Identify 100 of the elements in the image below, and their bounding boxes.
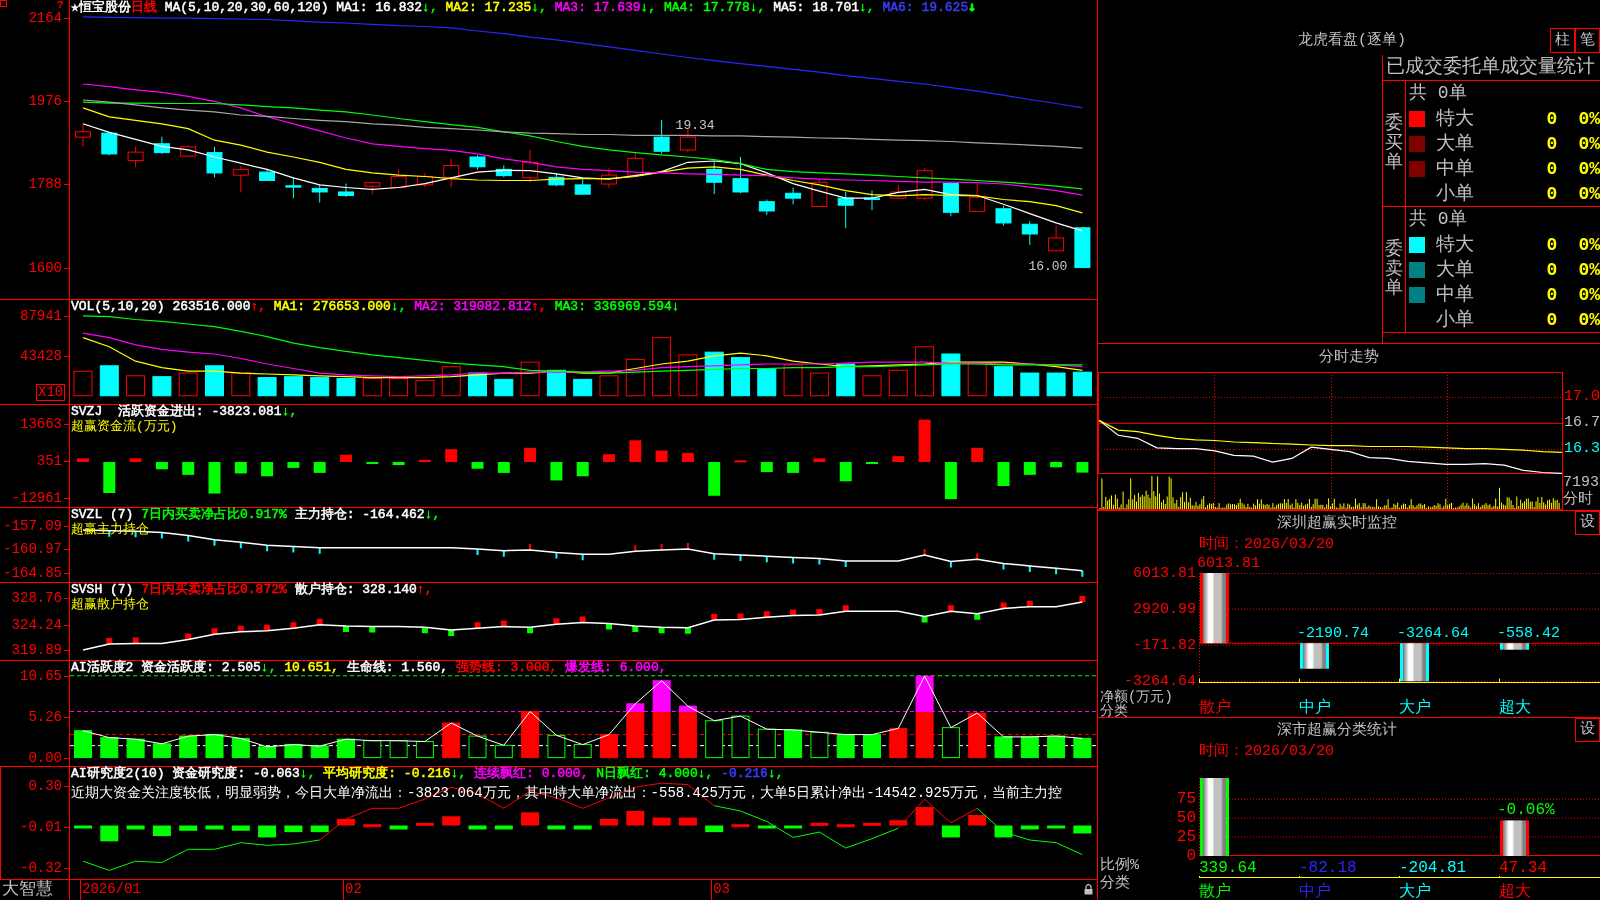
marker-icon xyxy=(0,0,7,7)
activity-bar xyxy=(205,734,224,759)
axis-tick-label: 319.89 xyxy=(11,642,62,659)
candle xyxy=(1021,220,1038,246)
axis-tick-label: 2920.99 xyxy=(1133,602,1196,618)
settings-button[interactable]: 设 xyxy=(1575,511,1600,535)
candle xyxy=(416,172,433,189)
volume-bar xyxy=(888,369,908,397)
order-size-label: 特大 xyxy=(1436,107,1474,130)
flow-bar xyxy=(787,462,800,473)
order-percent: 0% xyxy=(1577,283,1600,306)
research-bar xyxy=(258,825,277,838)
candle xyxy=(890,184,907,200)
panel-title: 龙虎看盘(逐单) xyxy=(1298,32,1406,50)
indicator-legend: ★恒宝股份日线 MA(5,10,20,30,60,120) MA1: 16.832↓, MA2: 17.235↓, MA3: 17.639↓, MA4: 17.778↓, MA5: 18.701↓, MA6: 19.625↓ xyxy=(71,0,977,15)
amount-label: 47.34 xyxy=(1499,859,1547,877)
activity-bar xyxy=(258,746,277,759)
flow-bar xyxy=(524,447,537,463)
volume-bar xyxy=(178,372,198,397)
order-percent: 0% xyxy=(1577,182,1600,205)
order-size-label: 大单 xyxy=(1436,132,1474,155)
order-percent: 0% xyxy=(1577,308,1600,331)
volume-bar xyxy=(336,378,356,397)
flow-bar xyxy=(129,458,142,463)
volume-bar xyxy=(283,376,303,397)
volume-bar xyxy=(783,364,803,397)
candle xyxy=(206,146,223,178)
indicator-legend: AI活跃度2 资金活跃度: 2.505↓, 10.651, 生命线: 1.560, 强势线: 3.000, 爆发线: 6.000, xyxy=(71,661,667,675)
activity-bar xyxy=(889,727,908,759)
candle xyxy=(101,131,118,156)
flow-bar xyxy=(813,458,826,463)
amount-label: 339.64 xyxy=(1199,859,1257,877)
chart-mode-button[interactable]: 柱 xyxy=(1550,28,1575,53)
amount-label: -204.81 xyxy=(1399,859,1467,877)
order-size-label: 大单 xyxy=(1436,258,1474,281)
panel-title: 深圳超赢实时监控 xyxy=(1276,514,1397,533)
bar-value-label: -2190.74 xyxy=(1297,626,1369,643)
order-count: 0 xyxy=(1545,182,1559,205)
candle xyxy=(180,144,197,157)
research-bar xyxy=(941,825,960,838)
flow-bar xyxy=(497,462,510,473)
research-bar xyxy=(731,824,750,828)
research-bar xyxy=(863,822,881,826)
axis-tick-label: 75 xyxy=(1176,791,1196,808)
axis-tick-label: 87941 xyxy=(20,307,62,324)
volume-bar xyxy=(257,377,277,397)
indicator-subtitle: 超赢散户持仓 xyxy=(71,597,149,612)
flow-bar xyxy=(734,460,747,463)
flow-bar xyxy=(234,462,247,474)
candle xyxy=(285,177,302,199)
order-size-label: 特大 xyxy=(1436,233,1474,256)
activity-bar xyxy=(757,728,776,759)
category-label: 大户 xyxy=(1399,699,1431,717)
order-total: 共 0单 xyxy=(1409,208,1467,231)
flow-bar xyxy=(918,419,931,463)
volume-bar xyxy=(757,368,777,397)
bar-value-label: 6013.81 xyxy=(1197,556,1260,572)
activity-bar xyxy=(1047,735,1066,759)
research-bar xyxy=(573,825,592,830)
volume-bar xyxy=(126,375,146,397)
research-bar xyxy=(757,825,776,829)
help-icon[interactable]: ? xyxy=(57,0,64,10)
category-label: 大户 xyxy=(1399,883,1431,900)
activity-bar xyxy=(573,744,592,759)
flow-bar xyxy=(1023,462,1036,475)
volume-bar xyxy=(704,351,724,397)
research-bar xyxy=(389,825,408,830)
volume-bar xyxy=(389,378,409,397)
axis-tick-label: -157.09 xyxy=(3,517,62,534)
flow-bar xyxy=(313,462,326,473)
axis-tick-label: -160.97 xyxy=(3,541,62,558)
axis-tick-label: 17.0 xyxy=(1564,389,1600,406)
flow-bar xyxy=(1050,462,1063,468)
research-bar xyxy=(231,825,250,831)
settings-button[interactable]: 设 xyxy=(1575,718,1600,742)
chart-mode-button[interactable]: 笔 xyxy=(1575,28,1600,53)
research-bar xyxy=(705,825,724,833)
category-label: 超大 xyxy=(1499,883,1531,900)
order-percent: 0% xyxy=(1577,233,1600,256)
candle xyxy=(601,167,617,189)
volume-bar xyxy=(310,377,330,397)
date-label: 02 xyxy=(345,881,362,898)
volume-bar xyxy=(494,378,514,397)
research-bar xyxy=(915,807,934,826)
panel-title: 深市超赢分类统计 xyxy=(1276,721,1397,740)
activity-bar xyxy=(179,735,198,759)
volume-bar xyxy=(1072,371,1092,397)
research-bar xyxy=(810,822,829,826)
activity-bar xyxy=(1020,736,1039,759)
price-annotation: 16.00 xyxy=(1028,259,1068,274)
volume-bar xyxy=(836,363,856,397)
value-bar xyxy=(1300,643,1329,669)
activity-bar xyxy=(836,734,855,759)
indicator-legend: SVSH (7) 7日内买卖净占比0.872% 散户持仓: 328.140↑, xyxy=(71,583,433,597)
axis-tick-label: 351 xyxy=(36,453,62,470)
axis-tick-label: 25 xyxy=(1176,829,1196,846)
bar-value-label: -558.42 xyxy=(1497,626,1560,643)
research-bar xyxy=(337,818,355,826)
activity-bar xyxy=(705,720,724,759)
research-bar xyxy=(547,825,566,830)
